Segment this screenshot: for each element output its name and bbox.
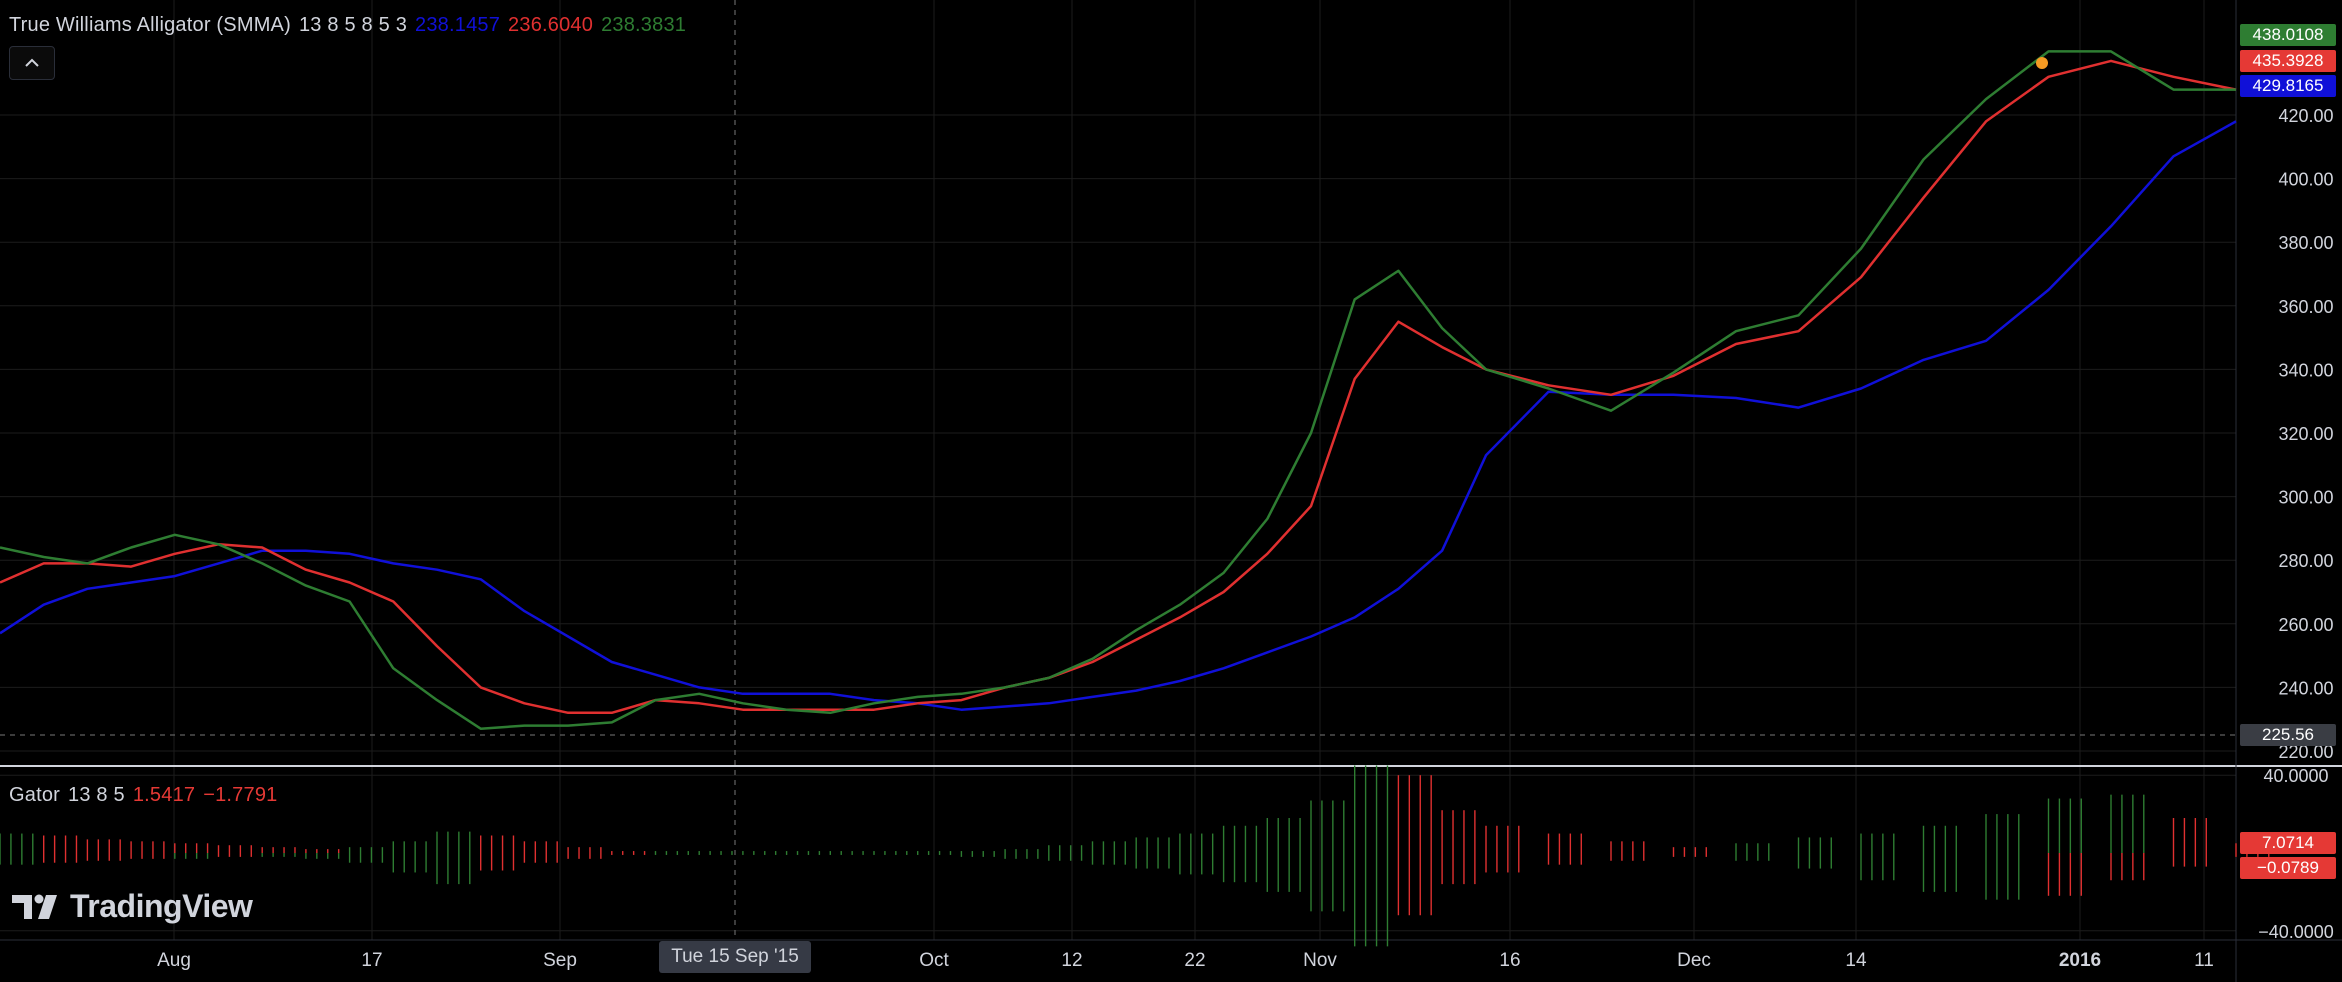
teeth-value: 236.6040 <box>508 14 594 36</box>
chevron-up-icon <box>25 58 39 67</box>
alligator-legend[interactable]: True Williams Alligator (SMMA) 13 8 5 8 5… <box>9 14 694 37</box>
gator-histogram <box>0 765 2270 947</box>
gator-lower-tag: −0.0789 <box>2240 857 2336 879</box>
time-tick-label: Dec <box>1677 950 1711 971</box>
alligator-params: 13 8 5 8 5 3 <box>298 14 408 36</box>
time-tick-label: 16 <box>1499 950 1520 971</box>
price-tick-label: 420.00 <box>2278 106 2333 126</box>
gator-tick-label: −40.0000 <box>2258 922 2334 942</box>
time-tick-label: Oct <box>919 950 949 971</box>
time-tick-label: Sep <box>543 950 577 971</box>
price-tick-label: 400.00 <box>2278 170 2333 190</box>
time-tick-label: 2016 <box>2059 950 2101 971</box>
crosshair-date-label: Tue 15 Sep '15 <box>659 941 811 973</box>
alligator-title: True Williams Alligator (SMMA) <box>9 14 291 36</box>
price-tick-label: 300.00 <box>2278 488 2333 508</box>
price-tick-label: 280.00 <box>2278 551 2333 571</box>
gator-upper-value: 1.5417 <box>132 784 196 806</box>
time-tick-label: 11 <box>2194 950 2214 971</box>
marker-dot <box>2036 57 2048 69</box>
price-tick-label: 360.00 <box>2278 297 2333 317</box>
gator-title: Gator <box>9 784 61 806</box>
time-tick-label: 12 <box>1061 950 1082 971</box>
price-axis: 220.00240.00260.00280.00300.00320.00340.… <box>2258 106 2334 942</box>
tradingview-logo[interactable]: TradingView <box>12 888 253 925</box>
price-tick-label: 240.00 <box>2278 678 2333 698</box>
collapse-legend-button[interactable] <box>9 46 55 80</box>
time-tick-label: Aug <box>157 950 191 971</box>
lips-value: 238.3831 <box>601 14 687 36</box>
teeth-line <box>0 59 2237 715</box>
price-tick-label: 260.00 <box>2278 615 2333 635</box>
crosshair-price-tag: 225.56 <box>2240 724 2336 746</box>
alligator-lines <box>0 50 2237 730</box>
tradingview-logo-icon <box>12 894 57 919</box>
price-tick-label: 340.00 <box>2278 360 2333 380</box>
teeth-price-tag: 435.3928 <box>2240 50 2336 72</box>
price-tick-label: 320.00 <box>2278 424 2333 444</box>
time-tick-label: 22 <box>1184 950 1205 971</box>
lips-price-tag: 438.0108 <box>2240 24 2336 46</box>
time-axis: Aug 17 Sep Oct 12 22 Nov 16 Dec 14 2016 11 <box>157 950 2214 971</box>
time-tick-label: Nov <box>1303 950 1337 971</box>
chart-grid <box>0 0 2342 982</box>
time-tick-label: 14 <box>1845 950 1867 971</box>
gator-legend[interactable]: Gator 13 8 5 1.5417 −1.7791 <box>9 784 285 807</box>
gator-tick-label: 40.0000 <box>2263 766 2328 786</box>
lips-line <box>0 50 2236 730</box>
gator-upper-tag: 7.0714 <box>2240 832 2336 854</box>
time-tick-label: 17 <box>361 950 382 971</box>
tradingview-logo-text: TradingView <box>70 888 253 924</box>
jaw-line <box>0 120 2237 711</box>
gator-params: 13 8 5 <box>68 784 125 806</box>
chart-canvas[interactable]: 220.00240.00260.00280.00300.00320.00340.… <box>0 0 2342 982</box>
gator-lower-value: −1.7791 <box>203 784 278 806</box>
jaw-value: 238.1457 <box>415 14 501 36</box>
price-tick-label: 380.00 <box>2278 233 2333 253</box>
jaw-price-tag: 429.8165 <box>2240 75 2336 97</box>
